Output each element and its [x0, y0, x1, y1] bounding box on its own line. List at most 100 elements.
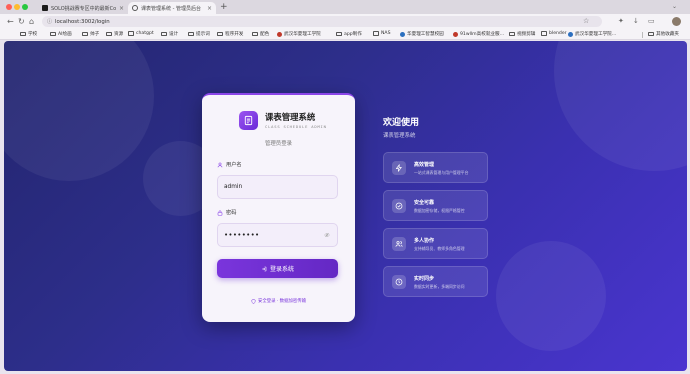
back-arrow-icon[interactable]: ←: [7, 17, 14, 26]
address-bar[interactable]: ⓘ localhost:3002/login: [42, 16, 602, 27]
bookmark-item[interactable]: 提示词: [188, 31, 210, 37]
folder-icon: [128, 31, 134, 36]
chevron-down-icon[interactable]: ⌄: [672, 2, 677, 11]
folder-icon: [217, 31, 223, 37]
bookmark-item[interactable]: 配色: [252, 31, 269, 37]
folder-icon: [188, 31, 194, 37]
feature-desc: 支持辅导员、教师多角色管理: [414, 246, 465, 251]
extensions-icon[interactable]: ✦: [618, 17, 624, 26]
tab-label: 课表管理系统 - 管理员后台: [141, 5, 201, 12]
close-window-button[interactable]: [6, 4, 12, 10]
browser-tab[interactable]: SOLO挑战赛专区中的最新Code… ×: [38, 2, 128, 14]
welcome-heading: 欢迎使用: [383, 118, 420, 128]
login-button-label: 登录系统: [269, 266, 294, 273]
close-tab-icon[interactable]: ×: [207, 5, 212, 12]
bookmark-other[interactable]: 其他收藏夹: [648, 31, 679, 37]
username-label: 用户名: [217, 161, 242, 168]
bookmark-item[interactable]: AI绘画: [50, 31, 72, 37]
password-input[interactable]: ••••••••: [217, 223, 338, 247]
secure-note: 安全登录 · 数据加密传输: [202, 298, 355, 304]
bookmark-label: 帅子: [90, 32, 100, 37]
welcome-subtitle: 课表管理系统: [383, 133, 416, 139]
lock-icon: [217, 209, 223, 216]
decor-circle: [4, 41, 154, 181]
feature-desc: 数据加密存储，权限严格管控: [414, 208, 465, 213]
site-info-icon[interactable]: ⓘ: [47, 18, 52, 25]
bookmark-label: 程序开发: [225, 32, 244, 37]
tab-label: SOLO挑战赛专区中的最新Code…: [51, 5, 116, 12]
shield-icon: [251, 298, 256, 304]
users-icon: [392, 237, 406, 251]
browser-tab-active[interactable]: 课表管理系统 - 管理员后台 ×: [128, 2, 216, 14]
folder-icon: [541, 31, 547, 36]
browser-toolbar: ← ↻ ⌂ ⓘ localhost:3002/login ☆ ✦ ↓ ▭: [0, 14, 690, 30]
bookmark-label: NAS: [381, 31, 391, 36]
sidepanel-icon[interactable]: ▭: [648, 17, 655, 26]
bookmark-item[interactable]: 资源: [106, 31, 123, 37]
username-input[interactable]: admin: [217, 175, 338, 199]
folder-icon: [336, 31, 342, 37]
bookmark-item[interactable]: NAS: [373, 31, 391, 36]
downloads-icon[interactable]: ↓: [633, 17, 639, 26]
minimize-window-button[interactable]: [14, 4, 20, 10]
login-role-label: 管理员登录: [265, 141, 292, 147]
bookmark-label: 提示词: [196, 32, 210, 37]
secure-note-text: 安全登录 · 数据加密传输: [257, 299, 307, 304]
bookmark-label: blender: [549, 31, 567, 36]
user-icon: [217, 162, 223, 167]
bookmark-label: AI绘画: [58, 32, 72, 37]
folder-icon: [50, 31, 56, 37]
eye-off-icon[interactable]: [324, 232, 330, 238]
close-tab-icon[interactable]: ×: [119, 5, 124, 12]
globe-icon: [132, 5, 138, 11]
decor-circle: [496, 241, 606, 351]
bookmarks-divider: [642, 32, 643, 38]
bookmark-item[interactable]: 91wllm高校就业服…: [453, 31, 504, 37]
bookmark-item[interactable]: 华夏理工智慧校园: [400, 31, 444, 37]
bookmark-item[interactable]: 武汉华夏理工学院…: [568, 31, 616, 37]
username-value: admin: [224, 184, 243, 190]
plus-icon[interactable]: +: [220, 2, 228, 12]
clock-icon: [392, 275, 406, 289]
bookmark-item[interactable]: 帅子: [82, 31, 99, 37]
bookmark-label: 设计: [169, 32, 179, 37]
globe-icon: [568, 31, 573, 37]
bookmark-item[interactable]: 视频剪辑: [509, 31, 535, 37]
bookmark-label: 武汉华夏理工学院…: [575, 32, 617, 37]
globe-icon: [277, 31, 282, 37]
feature-card: 实时同步 数据实时更新，多端同步访问: [383, 266, 488, 297]
login-page: 课表管理系统 CLASS SCHEDULE ADMIN 管理员登录 用户名 ad…: [4, 41, 687, 371]
feature-desc: 数据实时更新，多端同步访问: [414, 284, 465, 289]
feature-title: 高效管理: [414, 162, 435, 168]
bookmark-label: 华夏理工智慧校园: [407, 32, 444, 37]
home-icon[interactable]: ⌂: [29, 17, 34, 26]
url-text: localhost:3002/login: [55, 18, 110, 25]
folder-icon: [648, 31, 654, 37]
bookmark-item[interactable]: chatgpt: [128, 31, 154, 36]
bookmarks-bar: 其他收藏夹 学校 AI绘画 帅子 资源 chatgpt 设计 提示词 程序开发 配色 武汉华夏理工…: [0, 30, 690, 40]
feature-title: 多人协作: [414, 238, 435, 244]
bookmark-item[interactable]: 程序开发: [217, 31, 243, 37]
bookmark-item[interactable]: 武汉华夏理工学院: [277, 31, 321, 37]
login-card: 课表管理系统 CLASS SCHEDULE ADMIN 管理员登录 用户名 ad…: [202, 93, 355, 322]
profile-avatar[interactable]: [672, 17, 681, 26]
bookmark-item[interactable]: 设计: [161, 31, 178, 37]
bookmark-item[interactable]: blender: [541, 31, 567, 36]
globe-icon: [400, 31, 405, 37]
feature-title: 实时同步: [414, 276, 435, 282]
document-icon: [244, 115, 253, 126]
bookmark-item[interactable]: app制作: [336, 31, 362, 37]
maximize-window-button[interactable]: [22, 4, 28, 10]
bookmark-item[interactable]: 学校: [20, 31, 37, 37]
reload-icon[interactable]: ↻: [18, 17, 25, 26]
star-icon[interactable]: ☆: [583, 17, 589, 26]
login-button[interactable]: 登录系统: [217, 259, 338, 278]
decor-circle: [554, 41, 687, 171]
shield-check-icon: [392, 199, 406, 213]
folder-icon: [20, 31, 26, 37]
login-icon: [261, 266, 267, 271]
feature-desc: 一站式课表管理与用户管理平台: [414, 170, 469, 175]
bookmark-label: 资源: [114, 32, 124, 37]
password-label-text: 密码: [226, 210, 237, 216]
folder-icon: [82, 31, 88, 37]
